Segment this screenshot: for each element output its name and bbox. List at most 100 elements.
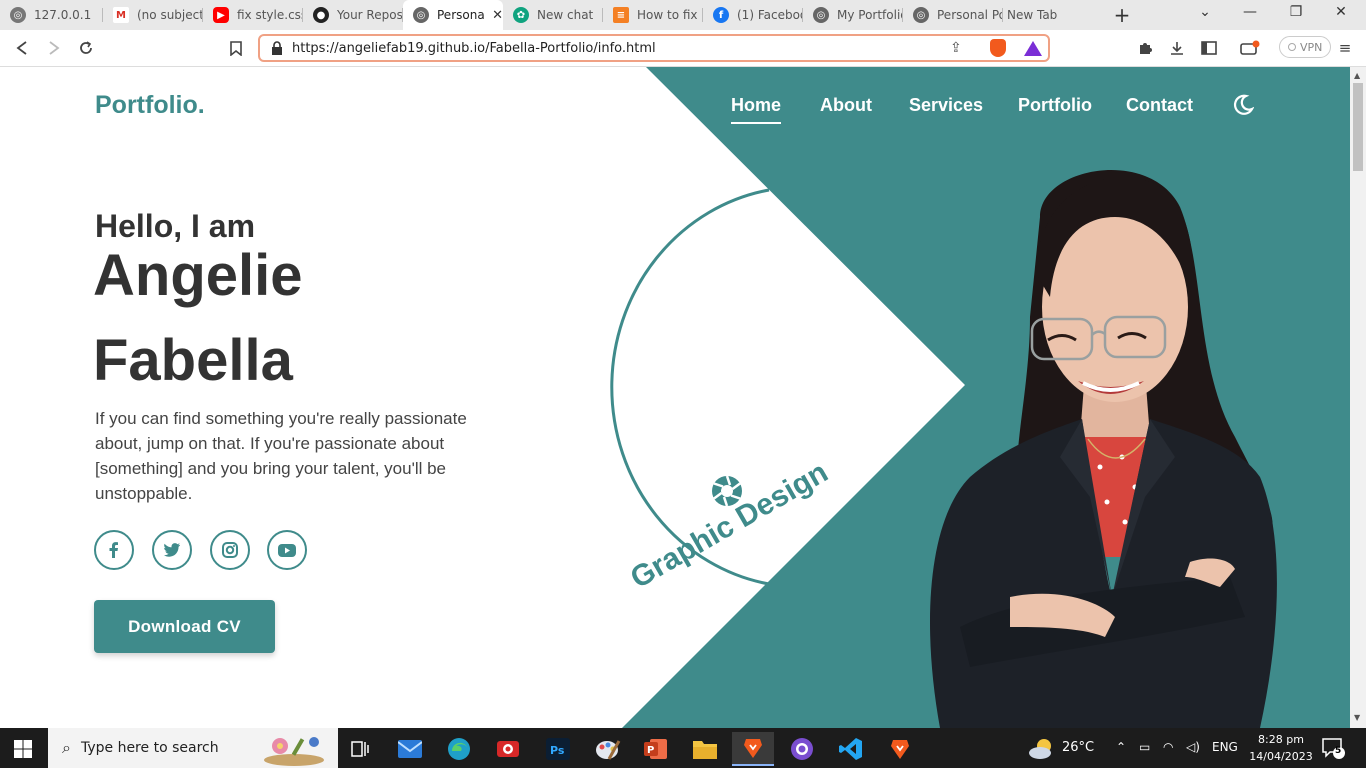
lock-icon [272, 41, 282, 55]
page-scrollbar[interactable]: ▲ ▼ [1350, 67, 1366, 728]
tab-localhost[interactable]: ◎ 127.0.0.1 [0, 0, 103, 30]
brave-browser-icon[interactable] [732, 732, 774, 766]
nav-home[interactable]: Home [731, 95, 782, 124]
youtube-icon [278, 543, 296, 557]
tab-stackoverflow[interactable]: ≡ How to fix h [603, 0, 703, 30]
browser-toolbar: https://angeliefab19.github.io/Fabella-P… [0, 30, 1366, 67]
mail-app-icon[interactable] [389, 732, 431, 766]
nav-contact[interactable]: Contact [1126, 95, 1193, 116]
minimize-button[interactable]: — [1238, 4, 1262, 20]
scroll-down-icon[interactable]: ▼ [1354, 713, 1360, 722]
scrollbar-thumb[interactable] [1353, 83, 1363, 171]
screen-recorder-icon[interactable] [487, 732, 529, 766]
wallet-icon[interactable] [1240, 38, 1260, 58]
stackoverflow-icon: ≡ [613, 7, 629, 23]
reload-button[interactable] [76, 38, 96, 58]
hero-first-name: Angelie [93, 243, 303, 308]
site-logo[interactable]: Portfolio. [95, 91, 205, 120]
instagram-link[interactable] [210, 530, 250, 570]
notification-count: 5 [1335, 746, 1342, 756]
tab-facebook[interactable]: f (1) Faceboo [703, 0, 803, 30]
instagram-icon [222, 542, 238, 558]
github-icon: ● [313, 7, 329, 23]
menu-icon[interactable]: ≡ [1335, 38, 1355, 58]
scroll-up-icon[interactable]: ▲ [1354, 71, 1360, 80]
powerpoint-icon[interactable]: P [635, 732, 677, 766]
graphic-design-badge: Graphic Design [625, 456, 834, 595]
task-view-icon[interactable] [339, 732, 381, 766]
tab-github[interactable]: ● Your Reposi [303, 0, 403, 30]
forward-button[interactable] [44, 38, 64, 58]
github-desktop-icon[interactable] [781, 732, 823, 766]
paint-app-icon[interactable] [587, 732, 629, 766]
hero-last-name: Fabella [93, 328, 293, 393]
clock-date: 14/04/2023 [1249, 750, 1313, 763]
tab-chatgpt[interactable]: ✿ New chat [503, 0, 603, 30]
vpn-status-icon [1288, 43, 1296, 51]
youtube-icon: ▶ [213, 7, 229, 23]
chevron-up-icon[interactable]: ⌃ [1116, 740, 1126, 754]
tab-new-tab[interactable]: New Tab [1003, 0, 1103, 30]
facebook-link[interactable] [94, 530, 134, 570]
vpn-button[interactable]: VPN [1279, 36, 1332, 58]
globe-icon: ◎ [913, 7, 929, 23]
system-clock[interactable]: 8:28 pm 14/04/2023 [1246, 731, 1316, 765]
vscode-icon[interactable] [830, 732, 872, 766]
tab-youtube[interactable]: ▶ fix style.css [203, 0, 303, 30]
nav-about[interactable]: About [820, 95, 872, 116]
download-cv-button[interactable]: Download CV [94, 600, 275, 653]
close-icon[interactable]: ✕ [492, 8, 503, 23]
tab-personal-portfolio[interactable]: ◎ Personal Po [903, 0, 1003, 30]
svg-text:Ps: Ps [550, 744, 565, 757]
chatgpt-icon: ✿ [513, 7, 529, 23]
file-explorer-icon[interactable] [684, 732, 726, 766]
weather-temperature[interactable]: 26°C [1062, 740, 1094, 755]
browser-tab-strip: ◎ 127.0.0.1 M (no subject) ▶ fix style.c… [0, 0, 1366, 30]
windows-start-icon[interactable] [14, 740, 32, 758]
search-highlight-illustration [264, 737, 324, 766]
brave-rewards-icon[interactable] [1024, 41, 1042, 56]
restore-button[interactable]: ❐ [1284, 4, 1308, 20]
new-tab-button[interactable]: + [1112, 3, 1132, 27]
taskbar-search-box[interactable]: ⌕ Type here to search [48, 728, 338, 768]
notification-center-icon[interactable]: 5 [1322, 738, 1346, 764]
gmail-icon: M [113, 7, 129, 23]
hero-greeting: Hello, I am [95, 208, 256, 244]
facebook-icon: f [713, 7, 729, 23]
url-text[interactable]: https://angeliefab19.github.io/Fabella-P… [292, 41, 656, 56]
download-icon[interactable] [1167, 38, 1187, 58]
tab-search-icon[interactable]: ⌄ [1193, 4, 1217, 20]
share-icon[interactable]: ⇪ [950, 40, 962, 56]
tab-my-portfolio[interactable]: ◎ My Portfolio [803, 0, 903, 30]
sidebar-icon[interactable] [1199, 38, 1219, 58]
brave-browser-second-icon[interactable] [879, 732, 921, 766]
photoshop-icon[interactable]: Ps [537, 732, 579, 766]
close-window-button[interactable]: ✕ [1329, 4, 1353, 20]
dark-mode-moon-icon[interactable] [1232, 94, 1254, 116]
brave-shields-icon[interactable] [990, 39, 1006, 57]
back-button[interactable] [12, 38, 32, 58]
edge-browser-icon[interactable] [438, 732, 480, 766]
globe-icon: ◎ [10, 7, 26, 23]
youtube-link[interactable] [267, 530, 307, 570]
svg-text:P: P [647, 745, 654, 756]
twitter-link[interactable] [152, 530, 192, 570]
bookmark-icon[interactable] [226, 38, 246, 58]
hero-bio: If you can find something you're really … [95, 409, 467, 503]
tab-personal-active[interactable]: ◎ Persona ✕ [403, 0, 503, 30]
address-bar[interactable]: https://angeliefab19.github.io/Fabella-P… [258, 34, 1050, 62]
twitter-icon [164, 543, 180, 557]
nav-services[interactable]: Services [909, 95, 983, 116]
wifi-icon[interactable]: ◠ [1163, 740, 1173, 754]
nav-portfolio[interactable]: Portfolio [1018, 95, 1092, 116]
extensions-icon[interactable] [1135, 38, 1155, 58]
page-viewport: Portfolio. Home About Services Portfolio… [0, 67, 1350, 728]
globe-icon: ◎ [813, 7, 829, 23]
battery-icon[interactable]: ▭ [1139, 740, 1150, 754]
weather-cloud-icon[interactable] [1028, 736, 1056, 760]
tab-gmail[interactable]: M (no subject) [103, 0, 203, 30]
language-indicator[interactable]: ENG [1212, 740, 1238, 754]
globe-icon: ◎ [413, 7, 429, 23]
volume-icon[interactable]: ◁) [1186, 740, 1200, 754]
search-icon: ⌕ [62, 738, 71, 757]
